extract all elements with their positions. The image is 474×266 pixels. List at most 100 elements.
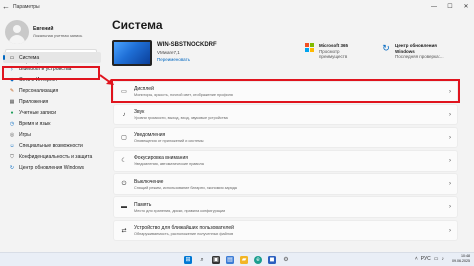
setting-title: Память [134,201,152,208]
sidebar-item-label: Игры [19,131,31,138]
sidebar-item-label: Персонализация [19,87,59,94]
chevron-right-icon: › [449,112,451,119]
taskbar: ⊞ ⌕ ▣ ▤ ▰ e ◼ ⚙ ˄ РУС ▭ ♪ 10:48 09.06.20… [0,252,474,266]
minimize-button[interactable]: — [426,0,442,14]
sidebar-item-accessibility[interactable]: ☺ Специальные возможности [3,140,101,151]
store-icon[interactable]: ◼ [268,255,276,264]
microsoft365-tile[interactable]: Microsoft 365 Просмотр преимуществ [305,43,348,60]
sidebar-item-label: Конфиденциальность и защита [19,153,93,160]
setting-title: Устройство для ближайших пользователей [134,224,234,231]
moon-icon: ☾ [121,158,127,165]
windows-update-title: Центр обновления [395,43,437,48]
volume-icon[interactable]: ♪ [442,256,445,262]
window-controls: — ☐ ✕ [426,0,474,14]
gamepad-icon: ◎ [9,131,15,138]
person-icon: ● [10,109,14,116]
chevron-up-icon[interactable]: ˄ [415,256,418,262]
windows-update-line3: Последняя проверка:... [395,54,444,59]
microsoft-logo-icon [305,43,315,53]
storage-icon: ▬ [121,204,127,211]
highlight-box-sidebar [2,66,100,80]
highlight-box-display [111,79,460,103]
language-indicator[interactable]: РУС [421,256,431,262]
widgets-icon[interactable]: ▤ [226,255,234,264]
clock-date: 09.06.2025 [452,259,470,263]
device-model: VMware7,1 [157,50,180,55]
setting-storage[interactable]: ▬ Память Место для хранения, диски, прав… [113,196,458,218]
sidebar-item-system[interactable]: ▭ Система [3,52,101,63]
setting-desc: Уровни громкости, выход, вход, звуковые … [134,116,228,121]
setting-desc: Обнаруживаемость, расположение полученны… [134,231,234,236]
sidebar-item-label: Специальные возможности [19,142,83,149]
search-icon[interactable]: ⌕ [198,256,206,264]
page-title: Система [112,18,163,32]
chevron-right-icon: › [449,181,451,188]
windows-update-tile[interactable]: ↻ Центр обновления Windows Последняя про… [381,43,444,60]
update-icon: ↻ [9,164,15,171]
window-title: Параметры [13,4,40,10]
setting-desc: Место для хранения, диски, правила конфи… [134,208,226,213]
user-name: Евгений [33,26,54,32]
setting-power[interactable]: ⏻ Выключение Спящий режим, использование… [113,173,458,195]
microsoft365-title: Microsoft 365 [319,43,349,48]
setting-title: Выключение [134,178,164,185]
chevron-right-icon: › [449,227,451,234]
sidebar-item-label: Приложения [19,98,49,105]
windows-start-icon[interactable]: ⊞ [184,255,192,264]
share-icon: ⇄ [121,227,127,234]
edge-icon[interactable]: e [254,255,262,264]
chevron-right-icon: › [449,158,451,165]
setting-title: Уведомления [134,132,166,139]
setting-notifications[interactable]: ▢ Уведомления Оповещения от приложений и… [113,127,458,149]
chevron-right-icon: › [449,135,451,142]
setting-nearby-sharing[interactable]: ⇄ Устройство для ближайших пользователей… [113,219,458,241]
sidebar-item-label: Система [19,54,40,61]
chevron-right-icon: › [449,204,451,211]
maximize-button[interactable]: ☐ [442,0,458,14]
clock[interactable]: 10:48 09.06.2025 [452,254,470,264]
arrow-left-icon[interactable]: ← [0,0,12,14]
title-bar: ← Параметры [0,0,474,14]
close-button[interactable]: ✕ [458,0,474,14]
settings-gear-icon[interactable]: ⚙ [282,256,290,264]
sidebar-item-label: Центр обновления Windows [19,164,85,171]
tray-icons: ˄ РУС ▭ ♪ [412,256,444,262]
account-type: Локальная учетная запись [33,33,83,38]
setting-desc: Уведомления, автоматические правила [134,162,204,167]
clock-icon: ◷ [9,120,15,127]
bell-icon: ▢ [121,135,127,142]
device-card: WIN-SBSTNOCKDRF VMware7,1 Переименовать [112,40,217,66]
sidebar-item-privacy[interactable]: ⛉ Конфиденциальность и защита [3,151,101,162]
speaker-icon: ♪ [122,111,126,118]
microsoft365-line3: преимуществ [319,54,348,59]
device-name: WIN-SBSTNOCKDRF [157,42,217,48]
avatar [5,20,29,44]
setting-sound[interactable]: ♪ Звук Уровни громкости, выход, вход, зв… [113,104,458,126]
annotation-arrow [100,74,114,85]
shield-icon: ⛉ [10,153,14,160]
rename-link[interactable]: Переименовать [157,57,217,62]
user-profile[interactable]: Евгений Локальная учетная запись [5,20,82,44]
sidebar-item-gaming[interactable]: ◎ Игры [3,129,101,140]
setting-title: Фокусировка внимания [134,155,188,162]
sidebar-item-time-language[interactable]: ◷ Время и язык [3,118,101,129]
sidebar-item-apps[interactable]: ▦ Приложения [3,96,101,107]
apps-icon: ▦ [9,98,15,105]
sidebar-item-windows-update[interactable]: ↻ Центр обновления Windows [3,162,101,173]
desktop-thumbnail [112,40,152,66]
sidebar-item-label: Время и язык [19,120,51,127]
brush-icon: ✎ [9,87,15,94]
sidebar-item-personalization[interactable]: ✎ Персонализация [3,85,101,96]
setting-title: Звук [134,109,145,116]
sidebar-item-accounts[interactable]: ● Учетные записи [3,107,101,118]
power-icon: ⏻ [121,180,127,187]
accessibility-icon: ☺ [9,142,15,149]
setting-desc: Спящий режим, использование батареи, эко… [134,185,237,190]
setting-focus[interactable]: ☾ Фокусировка внимания Уведомления, авто… [113,150,458,172]
monitor-icon: ▭ [9,54,15,61]
network-icon[interactable]: ▭ [434,256,439,262]
settings-list: ▭ Дисплей Мониторы, яркость, ночной свет… [113,81,458,243]
setting-desc: Оповещения от приложений и системы [134,139,204,144]
task-view-icon[interactable]: ▣ [212,255,220,264]
file-explorer-icon[interactable]: ▰ [240,255,248,264]
